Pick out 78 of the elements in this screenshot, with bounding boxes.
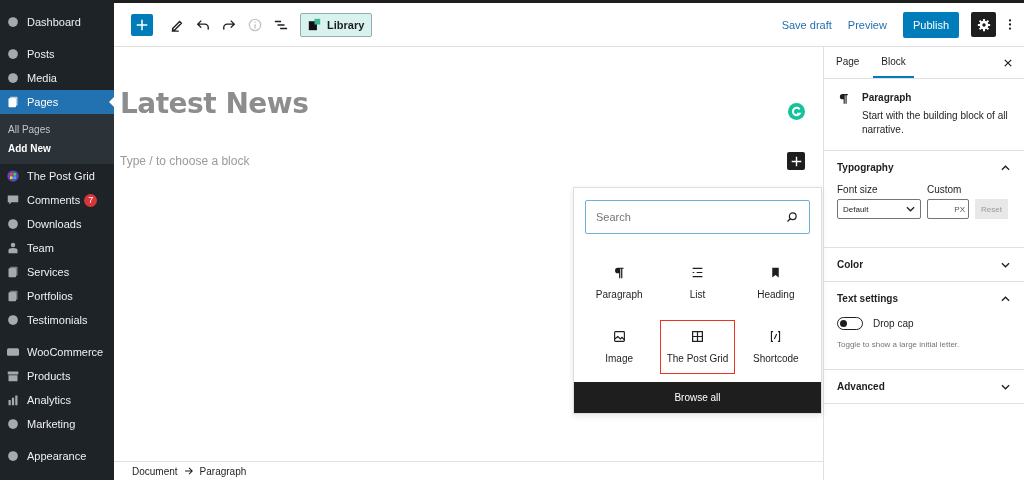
menu-item[interactable]: Products <box>0 364 114 388</box>
redo-icon[interactable] <box>222 17 236 32</box>
plus-icon <box>136 18 148 31</box>
font-size-select[interactable]: Default <box>837 199 921 219</box>
block-option[interactable]: Shortcode <box>738 320 813 374</box>
menu-item[interactable]: Dashboard <box>0 10 114 34</box>
box-icon <box>7 370 19 382</box>
menu-item[interactable]: Pages <box>0 90 114 114</box>
menu-item[interactable]: Media <box>0 66 114 90</box>
field-label: Font size <box>837 184 879 195</box>
custom-size-input[interactable]: PX <box>927 199 969 219</box>
menu-item[interactable]: Marketing <box>0 412 114 436</box>
save-draft-link[interactable]: Save draft <box>781 18 832 31</box>
panel-header[interactable]: Color <box>824 248 1024 281</box>
menu-item[interactable]: Appearance <box>0 444 114 468</box>
grid-logo-icon <box>7 170 19 182</box>
breadcrumb-link[interactable]: Document <box>132 465 178 477</box>
count-badge: 7 <box>84 193 98 207</box>
block-description: Start with the building block of all narrative. <box>862 109 1009 136</box>
panel-header[interactable]: Text settings <box>824 282 1024 315</box>
block-option[interactable]: List <box>660 256 735 310</box>
menu-item[interactable]: Analytics <box>0 388 114 412</box>
grid-icon <box>691 330 704 343</box>
publish-button[interactable]: Publish <box>902 11 959 38</box>
submenu-item[interactable]: Add New <box>0 139 114 158</box>
pages-icon <box>7 96 19 108</box>
block-option[interactable]: Image <box>582 320 657 374</box>
menu-item[interactable]: Downloads <box>0 212 114 236</box>
arrow-right-icon <box>183 467 194 475</box>
menu-item[interactable]: WooCommerce <box>0 340 114 364</box>
pilcrow-icon <box>838 92 850 105</box>
chevron-up-icon <box>1001 295 1010 302</box>
document-icon <box>7 290 19 302</box>
settings-tab[interactable]: Block <box>873 47 914 78</box>
toggle-label: Drop cap <box>873 318 914 329</box>
library-logo-icon <box>308 18 321 31</box>
field-label: Custom <box>927 184 963 195</box>
pilcrow-icon <box>612 266 626 279</box>
chevron-up-icon <box>1001 164 1010 171</box>
list-icon <box>691 266 704 279</box>
search-field[interactable]: Search <box>585 200 810 234</box>
menu-item[interactable]: Testimonials <box>0 308 114 332</box>
settings-button[interactable] <box>971 12 996 37</box>
panel-header[interactable]: Advanced <box>824 370 1024 403</box>
settings-tab[interactable]: Page <box>828 47 868 78</box>
block-option[interactable]: The Post Grid <box>660 320 735 374</box>
menu-item[interactable]: Services <box>0 260 114 284</box>
chevron-down-icon <box>1001 383 1010 390</box>
chevron-down-icon <box>1001 261 1010 268</box>
undo-icon[interactable] <box>196 17 210 32</box>
document-icon <box>7 266 19 278</box>
shortcode-icon <box>769 330 783 343</box>
menu-item[interactable]: Comments 7 <box>0 188 114 212</box>
speech-bubble-icon <box>7 194 19 206</box>
close-icon[interactable] <box>1004 58 1012 67</box>
menu-item[interactable]: Team <box>0 236 114 260</box>
library-button[interactable]: Library <box>300 12 373 37</box>
bar-chart-icon <box>7 394 19 406</box>
submenu-item[interactable]: All Pages <box>0 120 114 139</box>
add-block-button[interactable] <box>787 152 805 170</box>
help-text: Toggle to show a large initial letter. <box>837 340 961 349</box>
search-icon <box>786 211 798 223</box>
block-option[interactable]: Paragraph <box>582 256 657 310</box>
gear-icon <box>976 17 991 32</box>
menu-item[interactable]: The Post Grid <box>0 164 114 188</box>
chevron-down-icon <box>906 206 915 212</box>
block-option[interactable]: Heading <box>738 256 813 310</box>
preview-link[interactable]: Preview <box>847 18 887 31</box>
block-name: Paragraph <box>862 92 913 103</box>
browse-all-button[interactable]: Browse all <box>574 382 821 413</box>
panel-header[interactable]: Typography <box>824 151 1024 184</box>
image-icon <box>612 330 626 343</box>
more-options-icon[interactable] <box>1008 18 1012 31</box>
menu-item[interactable]: Posts <box>0 42 114 66</box>
breadcrumb-link[interactable]: Paragraph <box>199 465 247 477</box>
person-icon <box>7 242 19 254</box>
menu-item[interactable]: Portfolios <box>0 284 114 308</box>
plus-icon <box>790 155 802 167</box>
